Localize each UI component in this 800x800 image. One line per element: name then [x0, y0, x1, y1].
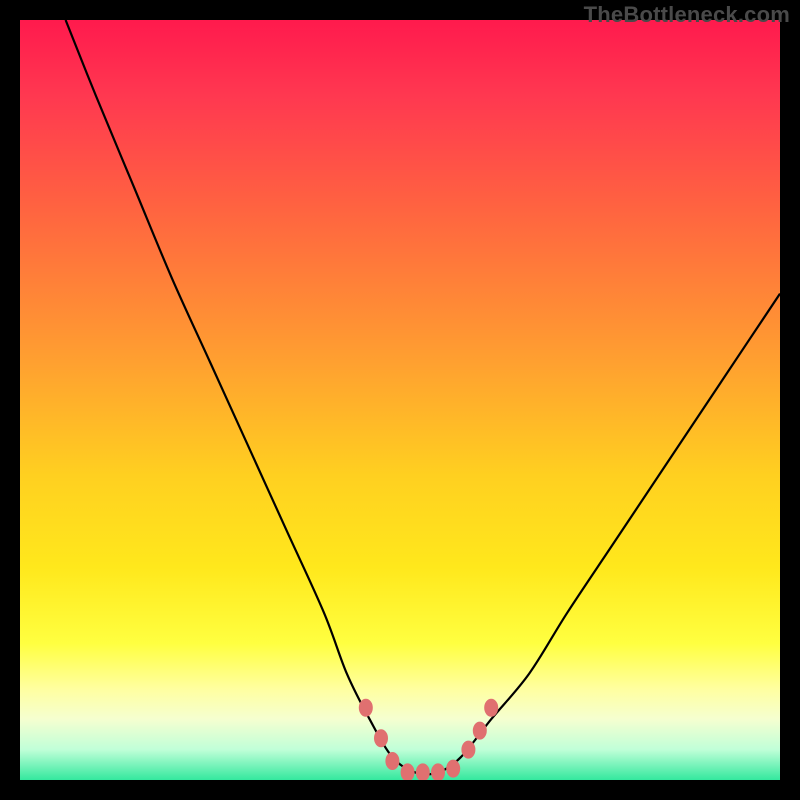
chart-plot-area [20, 20, 780, 780]
trough-marker [374, 729, 388, 747]
trough-markers [359, 699, 498, 780]
trough-marker [431, 763, 445, 780]
trough-marker [484, 699, 498, 717]
watermark-text: TheBottleneck.com [584, 2, 790, 28]
trough-marker [461, 741, 475, 759]
chart-frame: TheBottleneck.com [0, 0, 800, 800]
trough-marker [385, 752, 399, 770]
trough-marker [473, 722, 487, 740]
trough-marker [359, 699, 373, 717]
chart-svg [20, 20, 780, 780]
bottleneck-curve [66, 20, 780, 774]
trough-marker [446, 760, 460, 778]
trough-marker [416, 763, 430, 780]
